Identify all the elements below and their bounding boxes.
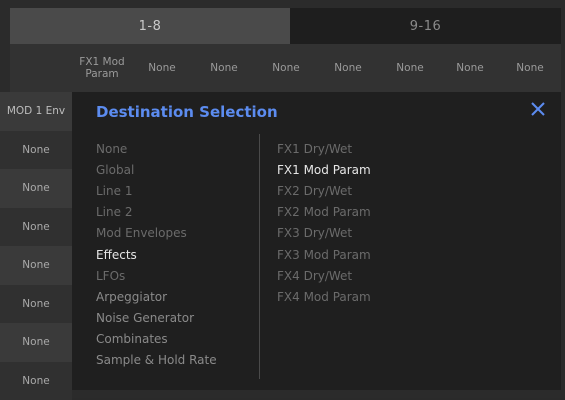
modal-title: Destination Selection bbox=[96, 103, 278, 121]
destination-item[interactable]: FX1 Dry/Wet bbox=[277, 138, 371, 159]
tab-1-8[interactable]: 1-8 bbox=[10, 8, 290, 44]
header-slot[interactable]: None bbox=[320, 44, 376, 92]
tab-label: 9-16 bbox=[410, 19, 442, 34]
category-item[interactable]: Global bbox=[96, 159, 217, 180]
header-slot[interactable]: None bbox=[442, 44, 498, 92]
category-item[interactable]: Arpeggiator bbox=[96, 286, 217, 307]
source-row-head[interactable]: MOD 1 Env bbox=[0, 92, 72, 131]
category-item[interactable]: LFOs bbox=[96, 265, 217, 286]
tab-9-16[interactable]: 9-16 bbox=[290, 8, 561, 44]
destination-item[interactable]: FX3 Mod Param bbox=[277, 244, 371, 265]
destination-item[interactable]: FX3 Dry/Wet bbox=[277, 223, 371, 244]
destination-item[interactable]: FX4 Dry/Wet bbox=[277, 265, 371, 286]
category-list: None Global Line 1 Line 2 Mod Envelopes … bbox=[96, 138, 217, 371]
destination-item-selected[interactable]: FX1 Mod Param bbox=[277, 159, 371, 180]
header-slot[interactable]: FX1 Mod Param bbox=[74, 44, 130, 92]
destination-list: FX1 Dry/Wet FX1 Mod Param FX2 Dry/Wet FX… bbox=[277, 138, 371, 308]
source-column: MOD 1 Env None None None None None None … bbox=[0, 92, 72, 400]
header-slot[interactable]: None bbox=[134, 44, 190, 92]
destination-item[interactable]: FX4 Mod Param bbox=[277, 286, 371, 307]
destination-item[interactable]: FX2 Dry/Wet bbox=[277, 180, 371, 201]
header-slot[interactable]: None bbox=[258, 44, 314, 92]
category-item-selected[interactable]: Effects bbox=[96, 244, 217, 265]
header-slot[interactable]: None bbox=[382, 44, 438, 92]
category-item[interactable]: Noise Generator bbox=[96, 308, 217, 329]
source-row[interactable]: None bbox=[0, 323, 72, 362]
source-row[interactable]: None bbox=[0, 208, 72, 247]
destination-header-row: FX1 Mod Param None None None None None N… bbox=[10, 44, 561, 92]
mod-matrix-panel: 1-8 9-16 FX1 Mod Param None None None No… bbox=[0, 0, 565, 398]
header-slot[interactable]: None bbox=[196, 44, 252, 92]
category-item[interactable]: Combinates bbox=[96, 329, 217, 350]
destination-selection-modal: Destination Selection None Global Line 1… bbox=[72, 92, 561, 390]
tab-label: 1-8 bbox=[139, 19, 162, 34]
source-row[interactable]: None bbox=[0, 169, 72, 208]
category-item[interactable]: Line 2 bbox=[96, 202, 217, 223]
source-row[interactable]: None bbox=[0, 131, 72, 170]
category-item[interactable]: Mod Envelopes bbox=[96, 223, 217, 244]
source-row[interactable]: None bbox=[0, 246, 72, 285]
column-divider bbox=[259, 134, 260, 379]
category-item[interactable]: None bbox=[96, 138, 217, 159]
tab-bar: 1-8 9-16 bbox=[10, 8, 561, 44]
category-item[interactable]: Line 1 bbox=[96, 180, 217, 201]
category-item[interactable]: Sample & Hold Rate bbox=[96, 350, 217, 371]
header-slot[interactable]: None bbox=[502, 44, 558, 92]
source-row[interactable]: None bbox=[0, 285, 72, 324]
destination-item[interactable]: FX2 Mod Param bbox=[277, 202, 371, 223]
source-row[interactable]: None bbox=[0, 362, 72, 400]
close-icon[interactable] bbox=[529, 100, 547, 118]
